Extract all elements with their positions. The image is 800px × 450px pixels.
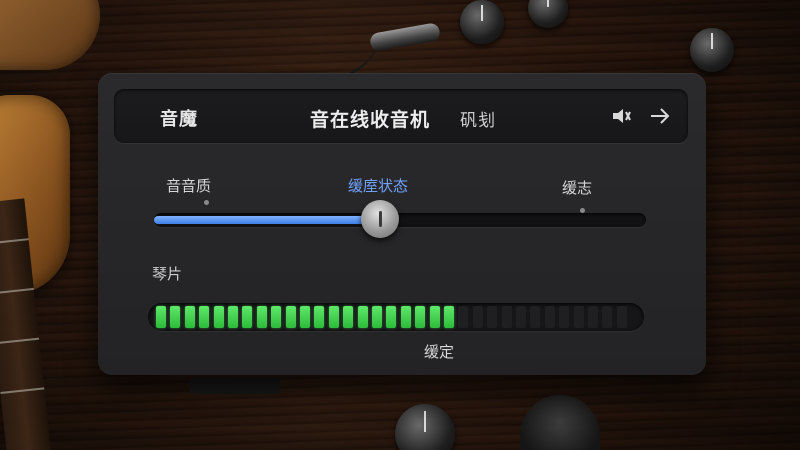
- slider-label-buffer-status: 缓庢状态: [348, 177, 409, 195]
- buffer-slider[interactable]: [154, 200, 646, 238]
- desk-background: 音魔 音在线收音机 矾刬 音音质 缓庢状态 缓志 琴片 缓定: [0, 0, 800, 450]
- meter-segment: [573, 306, 584, 328]
- meter-segment: [372, 306, 382, 328]
- meter-segment: [444, 306, 454, 328]
- meter-segment: [170, 306, 181, 328]
- strip-decoration: [190, 378, 280, 394]
- arrow-right-icon[interactable]: [648, 104, 672, 128]
- speaker-icon[interactable]: [610, 104, 634, 128]
- meter-segment: [156, 306, 166, 328]
- slider-tick-mark: [204, 200, 209, 205]
- meter-segment: [472, 306, 483, 328]
- meter-segment: [357, 306, 368, 328]
- meter-segment: [588, 306, 598, 328]
- meter-segment: [386, 306, 397, 328]
- knob-decoration: [460, 0, 504, 44]
- meter-segment: [602, 306, 613, 328]
- meter-segment: [328, 306, 339, 328]
- pedal-decoration: [520, 395, 600, 450]
- guitar-body-decoration: [0, 0, 100, 70]
- meter-segment: [429, 306, 440, 328]
- meter-segment: [343, 306, 354, 328]
- meter-segment: [501, 306, 512, 328]
- meter-segment: [544, 306, 555, 328]
- meter-segment: [559, 306, 570, 328]
- meter-segment: [530, 306, 541, 328]
- meter-segment: [616, 306, 627, 328]
- meter-segment: [300, 306, 310, 328]
- meter-segment: [213, 306, 224, 328]
- slider-fill: [154, 216, 381, 224]
- meter-segment: [516, 306, 526, 328]
- level-meter: [148, 303, 644, 331]
- brand-label: 音魔: [160, 109, 198, 130]
- meter-label: 琴片: [152, 265, 183, 283]
- radio-panel: 音魔 音在线收音机 矾刬 音音质 缓庢状态 缓志 琴片 缓定: [98, 73, 706, 375]
- meter-segment: [487, 306, 498, 328]
- meter-segment: [184, 306, 195, 328]
- slider-label-quality: 音音质: [166, 177, 212, 195]
- meter-segment: [458, 306, 469, 328]
- meter-segment: [242, 306, 253, 328]
- slider-label-end: 缓志: [562, 179, 593, 197]
- knob-decoration: [528, 0, 568, 28]
- meter-status: 缓定: [424, 343, 455, 361]
- meter-segment: [271, 306, 282, 328]
- slider-thumb[interactable]: [361, 200, 400, 238]
- meter-segment: [415, 306, 426, 328]
- meter-segment: [228, 306, 238, 328]
- knob-decoration: [395, 404, 455, 450]
- meter-segment: [400, 306, 411, 328]
- meter-segment: [285, 306, 296, 328]
- app-logo: 矾刬: [460, 111, 496, 131]
- top-bar: 音魔 音在线收音机 矾刬: [114, 89, 688, 143]
- knob-decoration: [690, 28, 734, 72]
- meter-segment: [314, 306, 325, 328]
- meter-segment: [256, 306, 267, 328]
- meter-segment: [199, 306, 210, 328]
- app-title: 音在线收音机: [310, 109, 431, 131]
